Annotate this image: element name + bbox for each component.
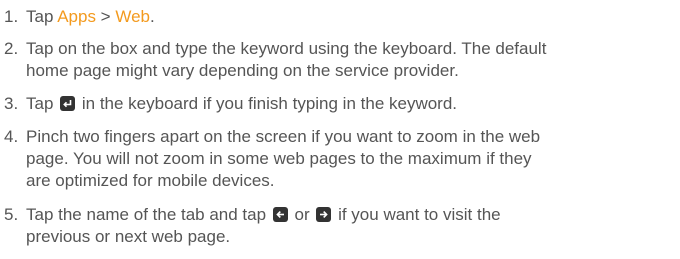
step-text-suffix: .: [149, 7, 155, 26]
step-text-line: page. You will not zoom in some web page…: [26, 149, 532, 168]
step-text-line: previous or next web page.: [26, 227, 231, 246]
step-text: Tap Apps > Web.: [26, 7, 155, 26]
step-number: 3.: [4, 94, 19, 113]
separator: >: [95, 7, 116, 26]
step-number: 2.: [4, 39, 19, 58]
step-number: 1.: [4, 7, 19, 26]
step-text: Tap in the keyboard if you finish typing…: [26, 94, 457, 113]
list-item: 4. Pinch two fingers apart on the screen…: [0, 126, 680, 192]
step-text-middle: or: [289, 205, 315, 224]
step-text-line: Tap on the box and type the keyword usin…: [26, 39, 547, 58]
forward-arrow-icon: [316, 207, 332, 222]
step-text-after: if you want to visit the: [333, 205, 501, 224]
step-number: 5.: [4, 205, 19, 224]
web-label: Web: [115, 7, 150, 26]
list-item: 2. Tap on the box and type the keyword u…: [0, 38, 680, 82]
step-text-prefix: Tap: [26, 7, 58, 26]
step-text-before: Tap the name of the tab and tap: [26, 205, 271, 224]
back-arrow-icon: [272, 207, 288, 222]
step-text-line: Pinch two fingers apart on the screen if…: [26, 127, 541, 146]
step-text-after: in the keyboard if you finish typing in …: [77, 94, 458, 113]
list-item: 3. Tap in the keyboard if you finish typ…: [0, 93, 680, 115]
apps-label: Apps: [57, 7, 96, 26]
step-text-line: Tap the name of the tab and tap or if yo…: [26, 204, 680, 226]
step-text-line: are optimized for mobile devices.: [26, 171, 275, 190]
enter-key-icon: [60, 96, 76, 111]
step-text-before: Tap: [26, 94, 59, 113]
step-number: 4.: [4, 127, 19, 146]
list-item: 5. Tap the name of the tab and tap or if…: [0, 204, 680, 248]
step-text-line: home page might vary depending on the se…: [26, 61, 459, 80]
list-item: 1. Tap Apps > Web.: [0, 6, 680, 28]
